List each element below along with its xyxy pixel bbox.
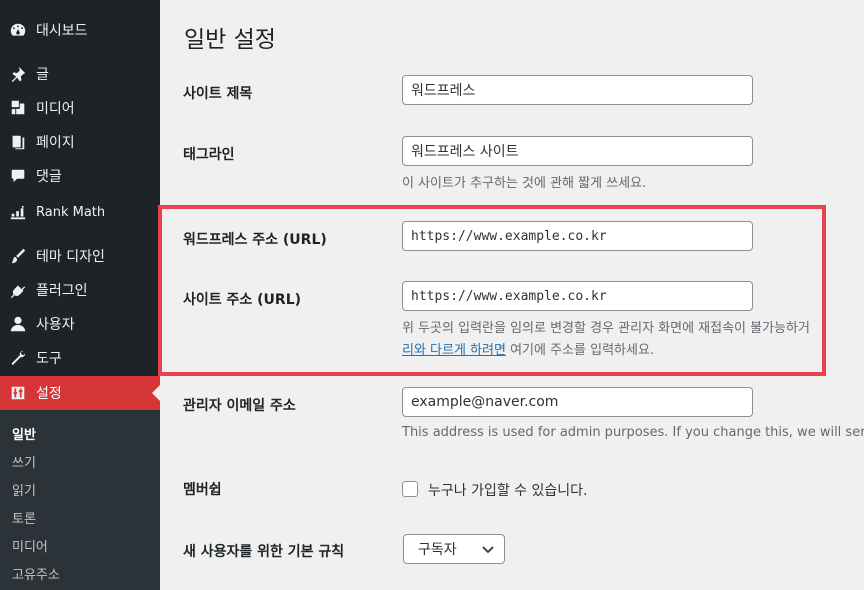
submenu-permalinks[interactable]: 고유주소: [12, 564, 60, 583]
menu-users[interactable]: 사용자: [0, 307, 160, 341]
wrench-icon: [0, 349, 36, 367]
tagline-label: 태그라인: [183, 147, 235, 163]
menu-label: 설정: [36, 386, 62, 402]
menu-label: 도구: [36, 351, 62, 367]
membership-checkbox-label[interactable]: 누구나 가입할 수 있습니다.: [428, 480, 587, 500]
menu-rank-math[interactable]: Rank Math: [0, 195, 160, 229]
menu-posts[interactable]: 글: [0, 57, 160, 91]
comment-icon: [0, 167, 36, 185]
submenu-writing[interactable]: 쓰기: [12, 452, 36, 471]
menu-comments[interactable]: 댓글: [0, 159, 160, 193]
user-icon: [0, 315, 36, 333]
membership-checkbox[interactable]: [402, 481, 418, 497]
menu-media[interactable]: 미디어: [0, 91, 160, 125]
admin-sidebar: 대시보드 글 미디어 페이지 댓글 Rank Math 테마 디자인 플러그인 …: [0, 0, 160, 590]
settings-main: 일반 설정 사이트 제목 워드프레스 태그라인 워드프레스 사이트 이 사이트가…: [158, 0, 864, 590]
submenu-discussion[interactable]: 토론: [12, 508, 36, 527]
submenu-media[interactable]: 미디어: [12, 536, 48, 555]
menu-label: 사용자: [36, 317, 75, 333]
highlight-box: [158, 205, 826, 376]
rank-math-icon: [0, 203, 36, 221]
default-role-label: 새 사용자를 위한 기본 규칙: [183, 544, 345, 560]
pin-icon: [0, 65, 36, 83]
tagline-description: 이 사이트가 추구하는 것에 관해 짧게 쓰세요.: [402, 176, 647, 191]
menu-label: Rank Math: [36, 204, 106, 220]
menu-label: 대시보드: [36, 23, 88, 39]
settings-icon: [0, 384, 36, 402]
submenu-general[interactable]: 일반: [12, 424, 36, 443]
menu-dashboard[interactable]: 대시보드: [0, 13, 160, 47]
menu-tools[interactable]: 도구: [0, 341, 160, 375]
dashboard-icon: [0, 21, 36, 39]
menu-label: 댓글: [36, 169, 62, 185]
menu-label: 플러그인: [36, 283, 88, 299]
tagline-input[interactable]: 워드프레스 사이트: [402, 136, 753, 166]
menu-pages[interactable]: 페이지: [0, 125, 160, 159]
site-title-label: 사이트 제목: [183, 86, 253, 102]
settings-submenu: 일반 쓰기 읽기 토론 미디어 고유주소: [0, 410, 160, 590]
menu-label: 글: [36, 67, 49, 83]
admin-email-label: 관리자 이메일 주소: [183, 398, 296, 414]
menu-appearance[interactable]: 테마 디자인: [0, 239, 160, 273]
site-title-input[interactable]: 워드프레스: [402, 75, 753, 105]
media-icon: [0, 99, 36, 117]
default-role-value: 구독자: [418, 542, 457, 558]
default-role-select[interactable]: 구독자: [403, 534, 505, 564]
menu-label: 페이지: [36, 135, 75, 151]
brush-icon: [0, 247, 36, 265]
membership-label: 멤버쉽: [183, 482, 222, 498]
submenu-reading[interactable]: 읽기: [12, 480, 36, 499]
page-title: 일반 설정: [184, 27, 276, 53]
menu-settings[interactable]: 설정: [0, 376, 160, 410]
chevron-down-icon: [482, 546, 494, 554]
admin-email-description: This address is used for admin purposes.…: [402, 425, 864, 440]
menu-label: 미디어: [36, 101, 75, 117]
menu-plugins[interactable]: 플러그인: [0, 273, 160, 307]
admin-email-input[interactable]: example@naver.com: [402, 387, 753, 417]
menu-label: 테마 디자인: [36, 249, 105, 265]
plugin-icon: [0, 281, 36, 299]
page-icon: [0, 133, 36, 151]
